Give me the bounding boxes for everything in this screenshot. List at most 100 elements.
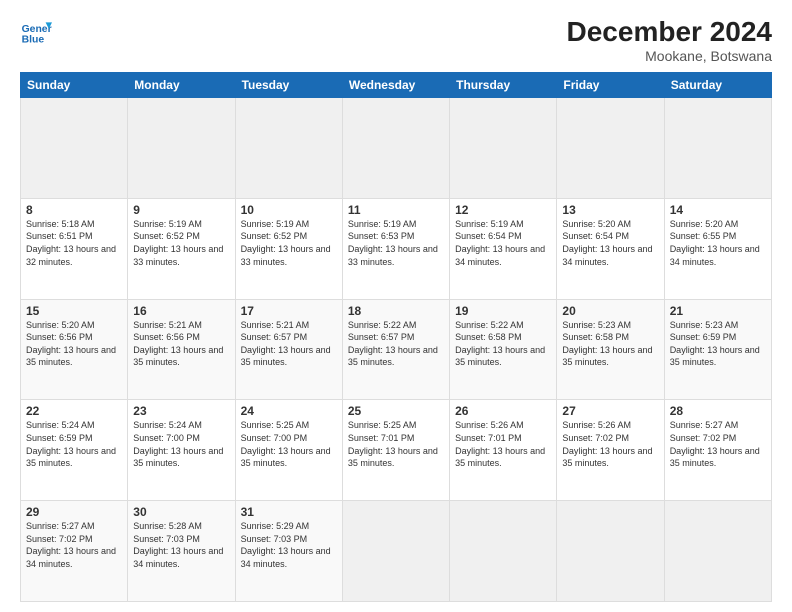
day-number: 29 [26, 505, 122, 519]
day-number: 28 [670, 404, 766, 418]
day-info: Sunrise: 5:25 AMSunset: 7:00 PMDaylight:… [241, 420, 331, 468]
day-info: Sunrise: 5:22 AMSunset: 6:58 PMDaylight:… [455, 320, 545, 368]
day-number: 24 [241, 404, 337, 418]
col-thursday: Thursday [450, 73, 557, 98]
calendar-cell [128, 98, 235, 199]
day-number: 21 [670, 304, 766, 318]
logo-icon: General Blue [20, 16, 52, 48]
calendar-cell: 22 Sunrise: 5:24 AMSunset: 6:59 PMDayligh… [21, 400, 128, 501]
day-number: 19 [455, 304, 551, 318]
day-number: 27 [562, 404, 658, 418]
logo: General Blue [20, 16, 52, 48]
day-number: 12 [455, 203, 551, 217]
day-number: 17 [241, 304, 337, 318]
day-number: 26 [455, 404, 551, 418]
col-saturday: Saturday [664, 73, 771, 98]
page: General Blue December 2024 Mookane, Bots… [0, 0, 792, 612]
day-info: Sunrise: 5:26 AMSunset: 7:02 PMDaylight:… [562, 420, 652, 468]
calendar-cell: 10Sunrise: 5:19 AMSunset: 6:52 PMDayligh… [235, 198, 342, 299]
day-info: Sunrise: 5:23 AMSunset: 6:59 PMDaylight:… [670, 320, 760, 368]
col-monday: Monday [128, 73, 235, 98]
day-info: Sunrise: 5:29 AMSunset: 7:03 PMDaylight:… [241, 521, 331, 569]
day-info: Sunrise: 5:27 AMSunset: 7:02 PMDaylight:… [26, 521, 116, 569]
calendar-cell: 20 Sunrise: 5:23 AMSunset: 6:58 PMDayligh… [557, 299, 664, 400]
day-info: Sunrise: 5:19 AMSunset: 6:54 PMDaylight:… [455, 219, 545, 267]
calendar-cell [235, 98, 342, 199]
title-block: December 2024 Mookane, Botswana [567, 16, 772, 64]
calendar-table: Sunday Monday Tuesday Wednesday Thursday… [20, 72, 772, 602]
calendar-week-3: 15 Sunrise: 5:20 AMSunset: 6:56 PMDayligh… [21, 299, 772, 400]
day-number: 15 [26, 304, 122, 318]
day-info: Sunrise: 5:20 AMSunset: 6:55 PMDaylight:… [670, 219, 760, 267]
calendar-cell: 16 Sunrise: 5:21 AMSunset: 6:56 PMDayligh… [128, 299, 235, 400]
day-info: Sunrise: 5:28 AMSunset: 7:03 PMDaylight:… [133, 521, 223, 569]
day-info: Sunrise: 5:24 AMSunset: 6:59 PMDaylight:… [26, 420, 116, 468]
day-number: 11 [348, 203, 444, 217]
day-info: Sunrise: 5:21 AMSunset: 6:57 PMDaylight:… [241, 320, 331, 368]
calendar-cell: 18 Sunrise: 5:22 AMSunset: 6:57 PMDayligh… [342, 299, 449, 400]
day-number: 31 [241, 505, 337, 519]
calendar-cell: 27 Sunrise: 5:26 AMSunset: 7:02 PMDayligh… [557, 400, 664, 501]
calendar-cell: 26 Sunrise: 5:26 AMSunset: 7:01 PMDayligh… [450, 400, 557, 501]
calendar-cell: 30 Sunrise: 5:28 AMSunset: 7:03 PMDayligh… [128, 501, 235, 602]
day-number: 22 [26, 404, 122, 418]
day-info: Sunrise: 5:20 AMSunset: 6:56 PMDaylight:… [26, 320, 116, 368]
calendar-week-1 [21, 98, 772, 199]
day-info: Sunrise: 5:26 AMSunset: 7:01 PMDaylight:… [455, 420, 545, 468]
calendar-cell [450, 98, 557, 199]
calendar-cell: 8 Sunrise: 5:18 AMSunset: 6:51 PMDaylight… [21, 198, 128, 299]
calendar-cell: 28 Sunrise: 5:27 AMSunset: 7:02 PMDayligh… [664, 400, 771, 501]
day-number: 14 [670, 203, 766, 217]
day-info: Sunrise: 5:22 AMSunset: 6:57 PMDaylight:… [348, 320, 438, 368]
day-number: 20 [562, 304, 658, 318]
calendar-cell: 17 Sunrise: 5:21 AMSunset: 6:57 PMDayligh… [235, 299, 342, 400]
day-info: Sunrise: 5:23 AMSunset: 6:58 PMDaylight:… [562, 320, 652, 368]
calendar-cell: 31 Sunrise: 5:29 AMSunset: 7:03 PMDayligh… [235, 501, 342, 602]
calendar-cell [342, 98, 449, 199]
day-number: 8 [26, 203, 122, 217]
calendar-cell: 9Sunrise: 5:19 AMSunset: 6:52 PMDaylight… [128, 198, 235, 299]
col-wednesday: Wednesday [342, 73, 449, 98]
day-info: Sunrise: 5:27 AMSunset: 7:02 PMDaylight:… [670, 420, 760, 468]
day-info: Sunrise: 5:24 AMSunset: 7:00 PMDaylight:… [133, 420, 223, 468]
calendar-cell: 11 Sunrise: 5:19 AMSunset: 6:53 PMDayligh… [342, 198, 449, 299]
calendar-cell: 19 Sunrise: 5:22 AMSunset: 6:58 PMDayligh… [450, 299, 557, 400]
day-number: 23 [133, 404, 229, 418]
calendar-week-2: 8 Sunrise: 5:18 AMSunset: 6:51 PMDaylight… [21, 198, 772, 299]
calendar-cell [664, 98, 771, 199]
calendar-cell: 29 Sunrise: 5:27 AMSunset: 7:02 PMDayligh… [21, 501, 128, 602]
calendar-cell: 15 Sunrise: 5:20 AMSunset: 6:56 PMDayligh… [21, 299, 128, 400]
day-info: Sunrise: 5:18 AMSunset: 6:51 PMDaylight:… [26, 219, 116, 267]
calendar-cell: 14 Sunrise: 5:20 AMSunset: 6:55 PMDayligh… [664, 198, 771, 299]
day-number: 18 [348, 304, 444, 318]
day-info: Sunrise: 5:20 AMSunset: 6:54 PMDaylight:… [562, 219, 652, 267]
calendar-cell [21, 98, 128, 199]
calendar-subtitle: Mookane, Botswana [567, 48, 772, 64]
calendar-cell [557, 501, 664, 602]
day-info: Sunrise: 5:21 AMSunset: 6:56 PMDaylight:… [133, 320, 223, 368]
calendar-week-5: 29 Sunrise: 5:27 AMSunset: 7:02 PMDayligh… [21, 501, 772, 602]
day-info: Sunrise: 5:19 AMSunset: 6:52 PMDaylight:… [133, 219, 223, 267]
day-info: Sunrise: 5:19 AMSunset: 6:53 PMDaylight:… [348, 219, 438, 267]
calendar-cell: 21 Sunrise: 5:23 AMSunset: 6:59 PMDayligh… [664, 299, 771, 400]
calendar-cell: 24 Sunrise: 5:25 AMSunset: 7:00 PMDayligh… [235, 400, 342, 501]
calendar-cell: 25Sunrise: 5:25 AMSunset: 7:01 PMDayligh… [342, 400, 449, 501]
calendar-cell: 12 Sunrise: 5:19 AMSunset: 6:54 PMDayligh… [450, 198, 557, 299]
header: General Blue December 2024 Mookane, Bots… [20, 16, 772, 64]
day-info: Sunrise: 5:25 AMSunset: 7:01 PMDaylight:… [348, 420, 438, 468]
calendar-cell [342, 501, 449, 602]
calendar-cell [557, 98, 664, 199]
svg-text:Blue: Blue [22, 34, 45, 45]
calendar-title: December 2024 [567, 16, 772, 48]
calendar-cell: 13 Sunrise: 5:20 AMSunset: 6:54 PMDayligh… [557, 198, 664, 299]
calendar-cell: 23 Sunrise: 5:24 AMSunset: 7:00 PMDayligh… [128, 400, 235, 501]
calendar-cell [450, 501, 557, 602]
day-number: 13 [562, 203, 658, 217]
header-row: Sunday Monday Tuesday Wednesday Thursday… [21, 73, 772, 98]
col-sunday: Sunday [21, 73, 128, 98]
day-number: 16 [133, 304, 229, 318]
day-number: 30 [133, 505, 229, 519]
day-info: Sunrise: 5:19 AMSunset: 6:52 PMDaylight:… [241, 219, 331, 267]
calendar-week-4: 22 Sunrise: 5:24 AMSunset: 6:59 PMDayligh… [21, 400, 772, 501]
col-tuesday: Tuesday [235, 73, 342, 98]
